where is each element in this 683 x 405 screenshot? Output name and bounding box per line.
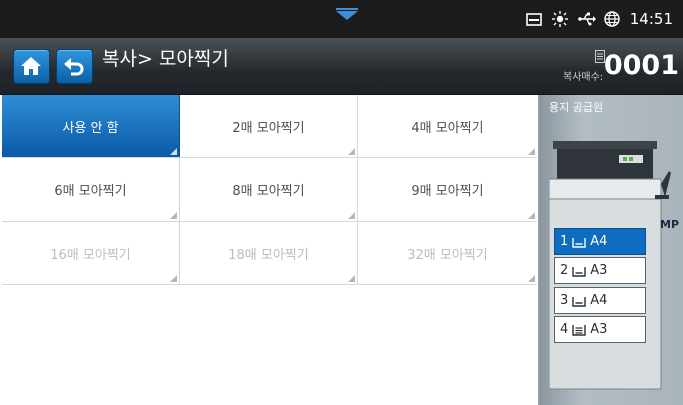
option-label: 32매 모아찍기	[407, 247, 488, 263]
tray-icon	[525, 11, 542, 27]
options-row: 사용 안 함 2매 모아찍기 4매 모아찍기	[2, 95, 537, 158]
home-button[interactable]	[13, 49, 50, 84]
option-16up-button[interactable]: 16매 모아찍기	[2, 222, 180, 284]
tray-paper-size: A4	[590, 234, 608, 249]
option-18up-button[interactable]: 18매 모아찍기	[180, 222, 358, 284]
status-bar: 14:51	[0, 0, 683, 38]
corner-marker	[348, 148, 355, 155]
option-9up-button[interactable]: 9매 모아찍기	[358, 158, 537, 221]
tray-4-button[interactable]: 4 A3	[554, 316, 646, 343]
tray-number: 2	[560, 263, 569, 278]
option-label: 4매 모아찍기	[411, 120, 484, 136]
option-label: 8매 모아찍기	[232, 184, 305, 199]
corner-marker	[528, 148, 535, 155]
options-row: 16매 모아찍기 18매 모아찍기 32매 모아찍기	[2, 222, 537, 285]
tray-paper-icon	[572, 236, 586, 248]
corner-marker	[170, 275, 177, 282]
tray-number: 4	[560, 322, 569, 337]
clock: 14:51	[629, 10, 673, 28]
paper-source-title: 용지 공급원	[549, 101, 604, 114]
tray-2-button[interactable]: 2 A3	[554, 257, 646, 284]
globe-icon	[604, 11, 620, 27]
pull-down-handle-icon[interactable]	[333, 6, 361, 28]
option-8up-button[interactable]: 8매 모아찍기	[180, 158, 358, 221]
tray-number: 1	[560, 234, 569, 249]
corner-marker	[170, 148, 177, 155]
tray-1-button[interactable]: 1 A4	[554, 228, 646, 255]
tray-paper-icon	[572, 295, 586, 307]
option-label: 2매 모아찍기	[232, 120, 305, 136]
tray-paper-stack-icon	[572, 324, 586, 336]
corner-marker	[528, 275, 535, 282]
options-row: 6매 모아찍기 8매 모아찍기 9매 모아찍기	[2, 158, 537, 222]
option-label: 6매 모아찍기	[54, 184, 127, 199]
mp-tray-label: MP	[660, 218, 680, 231]
option-label: 18매 모아찍기	[228, 247, 309, 263]
option-label: 16매 모아찍기	[50, 247, 131, 263]
page-title: 복사> 모아찍기	[102, 48, 229, 70]
counter-label: 복사매수:	[563, 72, 604, 83]
tray-paper-icon	[572, 265, 586, 277]
usb-icon	[577, 11, 596, 27]
tray-3-button[interactable]: 3 A4	[554, 287, 646, 314]
nup-options-grid: 사용 안 함 2매 모아찍기 4매 모아찍기 6매 모아찍기 8매 모아찍기 9…	[2, 95, 537, 285]
paper-source-panel: 용지 공급원 MP 1 A4 2 A3 3 A4 4 A3	[538, 95, 683, 405]
brightness-icon	[551, 11, 568, 27]
corner-marker	[170, 212, 177, 219]
header: 복사> 모아찍기 복사매수: 0001	[0, 38, 683, 95]
option-2up-button[interactable]: 2매 모아찍기	[180, 95, 358, 157]
counter-value: 0001	[603, 50, 679, 81]
option-6up-button[interactable]: 6매 모아찍기	[2, 158, 180, 221]
corner-marker	[528, 212, 535, 219]
tray-paper-size: A4	[590, 293, 608, 308]
option-32up-button[interactable]: 32매 모아찍기	[358, 222, 537, 284]
option-none-button[interactable]: 사용 안 함	[2, 95, 180, 157]
tray-number: 3	[560, 293, 569, 308]
status-icons: 14:51	[525, 8, 673, 30]
option-label: 9매 모아찍기	[411, 184, 484, 199]
back-button[interactable]	[56, 49, 93, 84]
copy-counter: 복사매수: 0001	[561, 46, 679, 90]
option-label: 사용 안 함	[62, 120, 119, 136]
tray-paper-size: A3	[590, 263, 608, 278]
corner-marker	[348, 212, 355, 219]
corner-marker	[348, 275, 355, 282]
tray-paper-size: A3	[590, 322, 608, 337]
option-4up-button[interactable]: 4매 모아찍기	[358, 95, 537, 157]
